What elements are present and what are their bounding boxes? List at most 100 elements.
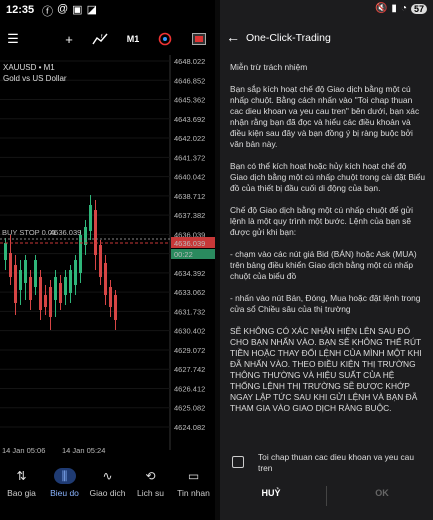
nav-history[interactable]: ⟲ Lich su [129,468,172,498]
price-tick-label: 4631.732 [174,307,205,316]
nav-quotes[interactable]: ⇅ Bao gia [0,468,43,498]
messages-icon: ▭ [187,469,200,483]
timeframe-button[interactable]: M1 [123,29,143,49]
price-tick-label: 4627.742 [174,365,205,374]
indicators-icon[interactable]: f [90,29,110,49]
price-tick-label: 4640.042 [174,173,205,182]
candle-body [14,265,17,303]
symbol-description: Gold vs US Dollar [3,74,67,83]
price-tick-label: 4638.712 [174,192,205,201]
crosshair-icon[interactable]: + [60,29,78,49]
candle-body [24,260,27,283]
chart-icon: ⫼ [53,468,76,484]
candle-body [69,270,72,293]
price-chart[interactable]: 4648.022 4646.852 4645.362 4643.692 4642.022… [0,55,215,460]
signal-icon: ▮ [391,3,397,14]
price-tick-label: 4625.082 [174,404,205,413]
chart-pane: 12:35 ⓕ @ ▣ ◪ ☰ + f M1 4648.022 4646.852 4… [0,0,215,520]
dialog-header: ← One-Click-Trading [220,26,433,52]
history-icon: ⟲ [145,469,156,483]
quotes-icon: ⇅ [16,469,27,483]
trade-panel-icon[interactable] [190,29,208,49]
zalo-icon: ◪ [86,4,97,16]
time-tick-label: 14 Jan 05:06 [2,446,45,455]
disclaimer-body: Miễn trừ trách nhiệm Bạn sắp kích hoạt c… [230,62,426,425]
nav-chart[interactable]: ⫼ Bieu do [43,468,86,498]
candle-body [34,260,37,287]
disclaimer-paragraph: Bạn sắp kích hoạt chế độ Giao dịch bằng … [230,84,420,149]
price-tick-label: 4641.372 [174,153,205,162]
thread-icon: @ [57,3,69,15]
candle-body [19,270,22,290]
status-time: 12:35 [6,4,35,16]
candle-body [49,287,52,317]
menu-icon[interactable]: ☰ [4,29,22,49]
price-tick-label: 4648.022 [174,57,205,66]
candlestick-chart[interactable]: 4648.022 4646.852 4645.362 4643.692 4642.022… [0,55,215,460]
chart-toolbar: ☰ + f M1 [0,26,215,52]
disclaimer-paragraph: - chạm vào các nút giá Bid (BÁN) hoặc As… [230,249,417,281]
one-click-trading-dialog: 🔇 ▮ ◔ 57 ← One-Click-Trading Miễn trừ tr… [220,0,433,520]
candle-body [114,295,117,320]
cancel-button[interactable]: HUỶ [220,488,322,498]
twitch-icon: ▣ [72,4,83,16]
button-separator [326,486,327,506]
trade-icon: ∿ [102,469,113,483]
price-tick-label: 4629.072 [174,346,205,355]
back-arrow-icon[interactable]: ← [226,29,240,45]
facebook-icon: ⓕ [42,6,53,18]
candle-body [74,260,77,285]
buy-stop-label: BUY STOP 0.01 [2,228,56,237]
accept-terms-row[interactable]: Toi chap thuan cac dieu khoan va yeu cau… [230,452,426,476]
status-left-icons: ⓕ @ ▣ ◪ [42,3,97,19]
dialog-buttons: HUỶ OK [220,484,433,508]
candle-body [54,277,57,300]
price-tick-label: 4630.402 [174,327,205,336]
price-tick-label: 4646.852 [174,76,205,85]
disclaimer-paragraph: - nhấn vào nút Bán, Đóng, Mua hoặc đặt l… [230,293,421,314]
accept-terms-label[interactable]: Toi chap thuan cac dieu khoan va yeu cau… [258,452,426,474]
nav-messages[interactable]: ▭ Tin nhan [172,468,215,498]
price-tick-label: 4634.392 [174,269,205,278]
candle-body [109,287,112,307]
candle-body [99,245,102,277]
candle-body [44,295,47,307]
candle-body [59,283,62,303]
nav-trade[interactable]: ∿ Giao dich [86,468,129,498]
candle-body [94,210,97,255]
disclaimer-warning: SẼ KHÔNG CÓ XÁC NHẬN HIỆN LÊN SAU ĐÓ CHO… [230,326,422,413]
candle-body [4,243,7,260]
price-tick-label: 4645.362 [174,96,205,105]
status-right-icons: 🔇 ▮ ◔ 57 [375,3,427,14]
accept-terms-checkbox[interactable] [232,456,244,468]
price-tick-label: 4624.082 [174,423,205,432]
nav-quotes-label: Bao gia [7,488,36,498]
bottom-navigation: ⇅ Bao gia ⫼ Bieu do ∿ Giao dich ⟲ Lich s… [0,460,215,520]
price-tick-label: 4626.412 [174,384,205,393]
dialog-title: One-Click-Trading [246,32,331,44]
nav-history-label: Lich su [137,488,164,498]
candle-body [64,277,67,295]
disclaimer-paragraph: Bạn có thể kích hoạt hoặc hủy kích hoạt … [230,161,426,193]
price-tick-label: 4642.022 [174,134,205,143]
status-bar-right: 🔇 ▮ ◔ 57 [220,0,433,22]
nav-trade-label: Giao dich [89,488,126,498]
disclaimer-heading: Miễn trừ trách nhiệm [230,62,308,72]
objects-icon[interactable] [156,29,174,49]
candle-body [84,227,87,245]
wifi-icon: ◔ [400,3,407,14]
buy-stop-price-label: 4636.039 [50,228,81,237]
time-tick-label: 14 Jan 05:24 [62,446,105,455]
symbol-label: XAUUSD • M1 [3,63,55,72]
battery-indicator: 57 [410,3,427,14]
candle-body [29,277,32,300]
nav-chart-label: Bieu do [50,488,79,498]
price-tick-label: 4637.382 [174,211,205,220]
ok-button[interactable]: OK [331,488,433,498]
price-tick-label: 4633.062 [174,288,205,297]
price-tick-label: 4643.692 [174,115,205,124]
candle-body [39,277,42,310]
candle-body [89,205,92,231]
current-price-value: 4636.039 [174,239,205,248]
candle-body [104,263,107,295]
